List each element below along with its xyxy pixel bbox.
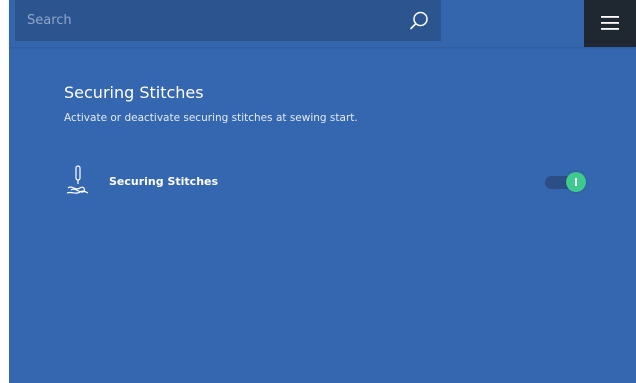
search-input[interactable]: [27, 0, 397, 41]
page-subtitle: Activate or deactivate securing stitches…: [64, 112, 358, 124]
page-title: Securing Stitches: [64, 83, 204, 102]
hamburger-menu-icon: [601, 16, 619, 30]
securing-stitches-toggle[interactable]: [545, 172, 587, 194]
securing-stitches-label: Securing Stitches: [109, 175, 219, 188]
search-icon[interactable]: [407, 9, 431, 33]
securing-stitches-row: Securing Stitches: [64, 162, 589, 202]
needle-stitch-icon: [64, 165, 92, 199]
app-frame: Securing Stitches Activate or deactivate…: [9, 0, 636, 383]
toggle-knob: [566, 172, 586, 192]
toggle-on-icon: [575, 178, 577, 186]
search-box: [15, 0, 441, 41]
top-bar: [9, 0, 636, 47]
menu-button[interactable]: [584, 0, 636, 47]
